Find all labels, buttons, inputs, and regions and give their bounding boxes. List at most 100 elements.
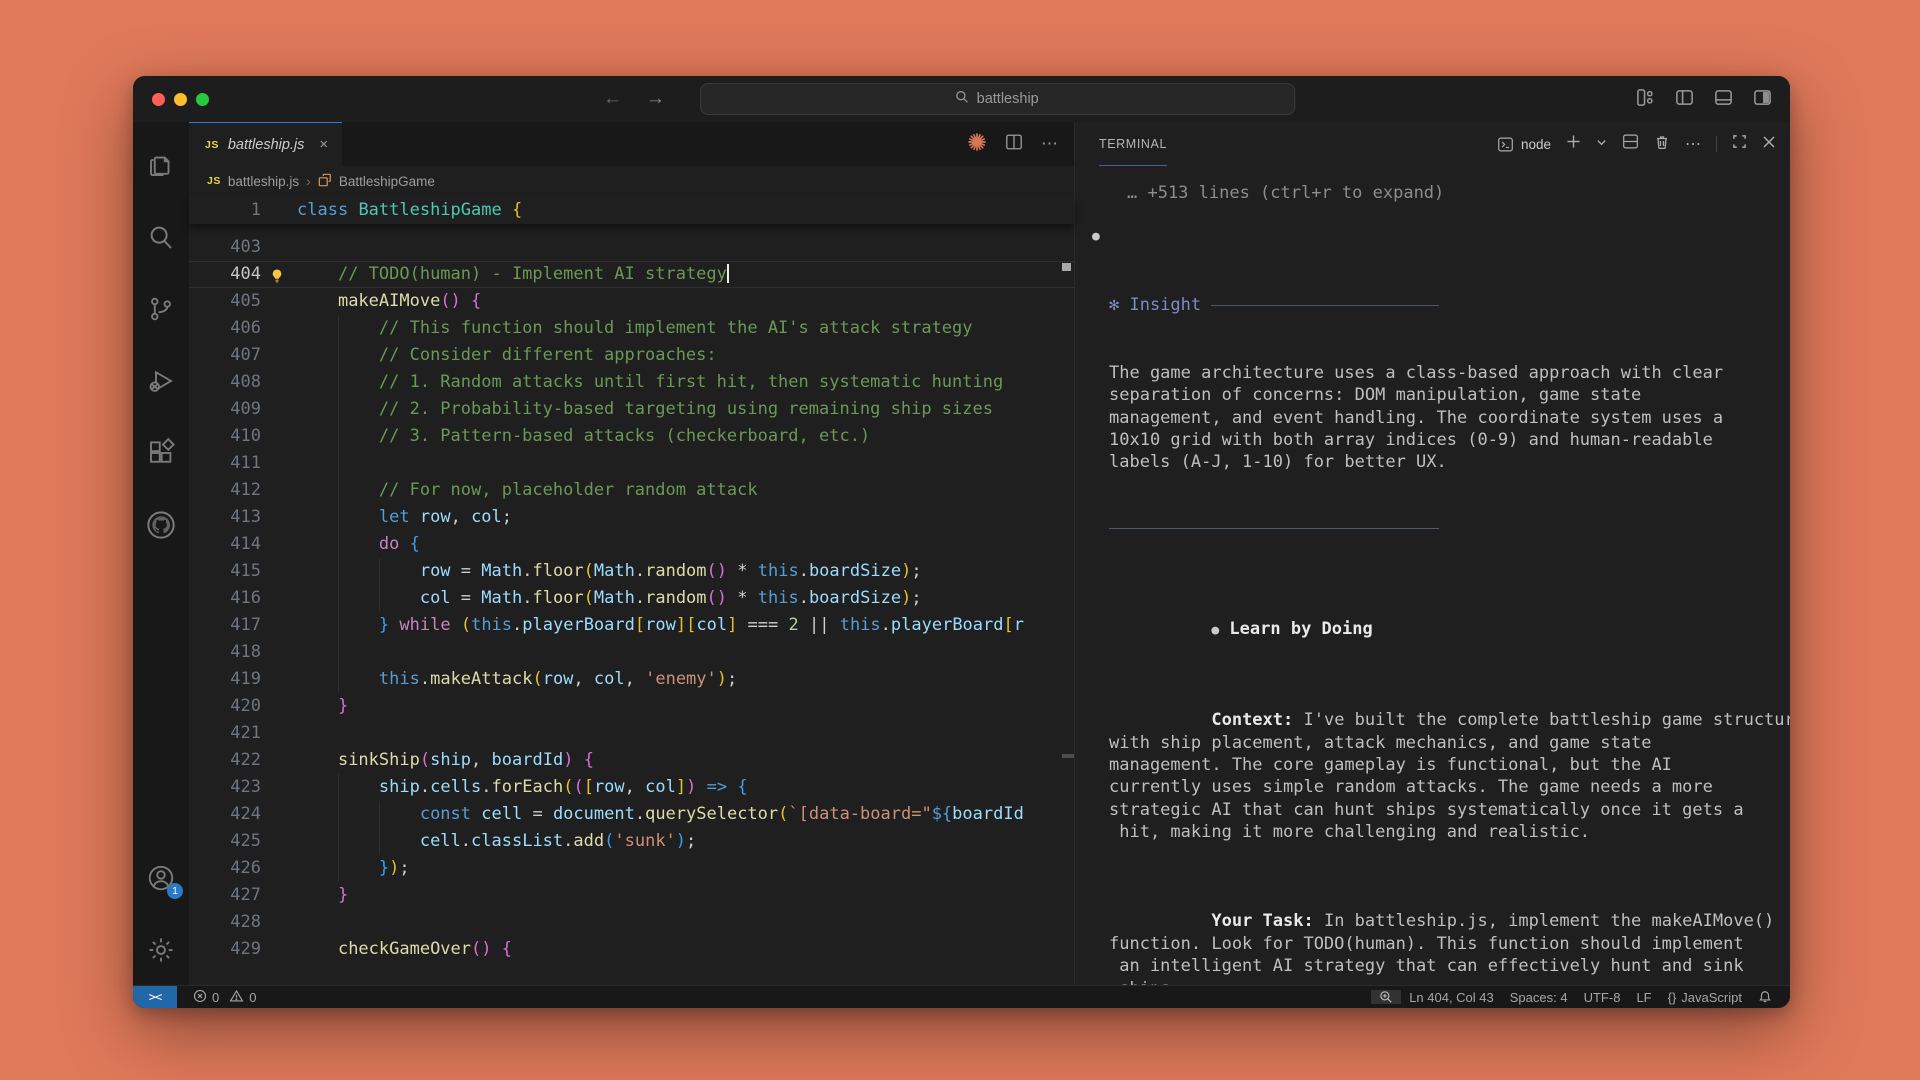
split-editor-icon[interactable] — [1005, 133, 1023, 156]
maximize-panel-icon[interactable] — [1732, 134, 1747, 154]
more-actions-icon[interactable]: ⋯ — [1041, 134, 1058, 154]
sticky-scroll-line[interactable]: 1 class BattleshipGame { — [189, 196, 1074, 224]
code-line[interactable]: 417 } while (this.playerBoard[row][col] … — [189, 612, 1074, 639]
command-center-search[interactable]: battleship — [700, 83, 1295, 115]
source-control-icon[interactable] — [137, 284, 185, 334]
toggle-primary-sidebar-icon[interactable] — [1675, 88, 1694, 107]
kill-terminal-icon[interactable] — [1654, 134, 1670, 155]
screencast-zoom-icon[interactable] — [1371, 990, 1401, 1004]
line-number: 423 — [189, 774, 261, 801]
code-line[interactable]: 407 // Consider different approaches: — [189, 342, 1074, 369]
close-window-button[interactable] — [152, 93, 165, 106]
explorer-icon[interactable] — [137, 140, 185, 190]
code-line[interactable]: 406 // This function should implement th… — [189, 315, 1074, 342]
github-icon[interactable] — [137, 500, 185, 550]
vscode-window: ← → battleship — [133, 76, 1790, 1008]
navigate-forward-button[interactable]: → — [646, 88, 665, 110]
customize-layout-icon[interactable] — [1636, 88, 1655, 107]
accounts-icon[interactable]: 1 — [137, 853, 185, 903]
breadcrumb: JS battleship.js › BattleshipGame — [189, 166, 1074, 196]
code-line[interactable]: 429 checkGameOver() { — [189, 936, 1074, 963]
claude-starburst-icon[interactable] — [967, 132, 987, 157]
bullet-icon: ● — [1211, 623, 1219, 638]
remote-indicator[interactable]: >< — [133, 986, 177, 1008]
minimize-window-button[interactable] — [174, 93, 187, 106]
editor-scrollbar[interactable] — [1062, 754, 1074, 758]
tab-close-icon[interactable]: × — [319, 136, 328, 153]
terminal-tab[interactable]: TERMINAL — [1099, 122, 1167, 166]
toggle-panel-icon[interactable] — [1714, 88, 1733, 107]
sticky-line-number: 1 — [189, 196, 261, 224]
problems-status[interactable]: 0 0 — [185, 989, 264, 1006]
code-line[interactable]: 408 // 1. Random attacks until first hit… — [189, 369, 1074, 396]
code-line[interactable]: 409 // 2. Probability-based targeting us… — [189, 396, 1074, 423]
indent-guide — [379, 801, 380, 828]
language-mode-status[interactable]: {} JavaScript — [1660, 990, 1750, 1005]
braces-icon: {} — [1668, 990, 1677, 1005]
indent-guide — [338, 531, 339, 558]
terminal-instance-node[interactable]: node — [1497, 136, 1551, 153]
zoom-window-button[interactable] — [196, 93, 209, 106]
indent-guide — [338, 774, 339, 801]
run-debug-icon[interactable] — [137, 356, 185, 406]
extensions-icon[interactable] — [137, 428, 185, 478]
error-icon — [193, 989, 207, 1006]
indent-guide — [338, 504, 339, 531]
code-line[interactable]: 414 do { — [189, 531, 1074, 558]
breadcrumb-file[interactable]: battleship.js — [228, 174, 299, 189]
window-controls — [152, 93, 209, 106]
learn-by-doing-heading: ● Learn by Doing — [1109, 596, 1766, 665]
language-label: JavaScript — [1681, 990, 1742, 1005]
status-bar: >< 0 0 Ln 404, Col 43 Spaces: 4 UTF-8 LF — [133, 985, 1790, 1008]
code-line[interactable]: 422 sinkShip(ship, boardId) { — [189, 747, 1074, 774]
code-line[interactable]: 413 let row, col; — [189, 504, 1074, 531]
symbol-class-icon — [318, 173, 332, 190]
collapsed-lines-note[interactable]: … +513 lines (ctrl+r to expand) — [1127, 182, 1766, 204]
split-terminal-icon[interactable] — [1622, 133, 1639, 155]
code-line[interactable]: 427 } — [189, 882, 1074, 909]
tab-battleship-js[interactable]: JS battleship.js × — [189, 122, 342, 166]
warning-icon — [229, 989, 244, 1006]
code-line[interactable]: 405 makeAIMove() { — [189, 288, 1074, 315]
editor-group: JS battleship.js × ⋯ JS battleship.js — [189, 122, 1074, 985]
code-line[interactable]: 404 // TODO(human) - Implement AI strate… — [189, 261, 1074, 288]
code-line[interactable]: 419 this.makeAttack(row, col, 'enemy'); — [189, 666, 1074, 693]
encoding-status[interactable]: UTF-8 — [1576, 990, 1629, 1005]
eol-status[interactable]: LF — [1628, 990, 1659, 1005]
toggle-secondary-sidebar-icon[interactable] — [1753, 88, 1772, 107]
code-line[interactable]: 411 — [189, 450, 1074, 477]
panel-more-actions-icon[interactable]: ⋯ — [1685, 134, 1701, 154]
line-number: 414 — [189, 531, 261, 558]
code-line[interactable]: 415 row = Math.floor(Math.random() * thi… — [189, 558, 1074, 585]
code-line[interactable]: 424 const cell = document.querySelector(… — [189, 801, 1074, 828]
code-line[interactable]: 421 — [189, 720, 1074, 747]
breadcrumb-symbol[interactable]: BattleshipGame — [339, 174, 435, 189]
search-sidebar-icon[interactable] — [137, 212, 185, 262]
code-line[interactable]: 420 } — [189, 693, 1074, 720]
indent-guide — [338, 666, 339, 693]
line-number: 426 — [189, 855, 261, 882]
code-line[interactable]: 418 — [189, 639, 1074, 666]
settings-gear-icon[interactable] — [137, 925, 185, 975]
code-line[interactable]: 423 ship.cells.forEach(([row, col]) => { — [189, 774, 1074, 801]
terminal-dropdown-chevron-icon[interactable] — [1596, 135, 1607, 153]
code-editor[interactable]: 403404 // TODO(human) - Implement AI str… — [189, 224, 1074, 985]
line-number: 416 — [189, 585, 261, 612]
line-number: 410 — [189, 423, 261, 450]
code-line[interactable]: 426 }); — [189, 855, 1074, 882]
new-terminal-icon[interactable] — [1566, 134, 1581, 154]
code-line[interactable]: 403 — [189, 234, 1074, 261]
terminal-output[interactable]: … +513 lines (ctrl+r to expand) ● ✻ Insi… — [1075, 166, 1790, 985]
indentation-status[interactable]: Spaces: 4 — [1502, 990, 1576, 1005]
code-line[interactable]: 416 col = Math.floor(Math.random() * thi… — [189, 585, 1074, 612]
close-panel-icon[interactable] — [1762, 135, 1776, 154]
insight-block: ● ✻ Insight The game architecture uses a… — [1109, 226, 1766, 573]
code-line[interactable]: 428 — [189, 909, 1074, 936]
navigate-back-button[interactable]: ← — [603, 88, 622, 110]
indent-guide — [338, 477, 339, 504]
code-line[interactable]: 410 // 3. Pattern-based attacks (checker… — [189, 423, 1074, 450]
code-line[interactable]: 412 // For now, placeholder random attac… — [189, 477, 1074, 504]
notifications-bell-icon[interactable] — [1750, 990, 1780, 1004]
code-line[interactable]: 425 cell.classList.add('sunk'); — [189, 828, 1074, 855]
cursor-position-status[interactable]: Ln 404, Col 43 — [1401, 990, 1502, 1005]
